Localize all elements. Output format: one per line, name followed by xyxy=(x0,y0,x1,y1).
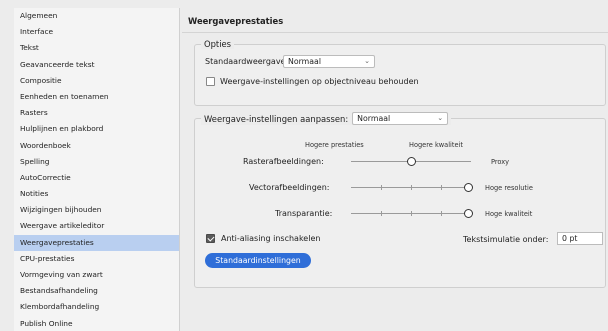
greek-type-input[interactable]: 0 pt xyxy=(557,232,603,245)
default-view-label: Standaardweergave: xyxy=(205,57,289,66)
options-panel: Opties Standaardweergave: Normaal ⌄ Weer… xyxy=(194,39,606,106)
sidebar-item-notities[interactable]: Notities xyxy=(14,186,179,202)
slider-tick xyxy=(411,185,412,190)
sidebar-item-hulplijnen-en-plakbord[interactable]: Hulplijnen en plakbord xyxy=(14,121,179,137)
vector-images-slider[interactable] xyxy=(351,182,473,193)
transparency-value-label: Hoge kwaliteit xyxy=(485,210,533,218)
sidebar-item-geavanceerde-tekst[interactable]: Geavanceerde tekst xyxy=(14,57,179,73)
antialiasing-checkbox[interactable] xyxy=(206,234,215,243)
sidebar-item-eenheden-en-toenamen[interactable]: Eenheden en toenamen xyxy=(14,89,179,105)
antialiasing-label: Anti-aliasing inschakelen xyxy=(221,234,321,243)
sidebar-item-autocorrectie[interactable]: AutoCorrectie xyxy=(14,170,179,186)
slider-tick xyxy=(441,185,442,190)
transparency-slider[interactable] xyxy=(351,208,473,219)
slider-knob[interactable] xyxy=(406,157,416,166)
slider-tick xyxy=(411,211,412,216)
higher-quality-label: Hogere kwaliteit xyxy=(409,141,463,149)
sidebar-item-rasters[interactable]: Rasters xyxy=(14,105,179,121)
sidebar-item-spelling[interactable]: Spelling xyxy=(14,154,179,170)
sidebar-item-publish-online[interactable]: Publish Online xyxy=(14,316,179,331)
sidebar-item-tekst[interactable]: Tekst xyxy=(14,40,179,56)
chevron-down-icon: ⌄ xyxy=(364,57,370,65)
sidebar-item-vormgeving-van-zwart[interactable]: Vormgeving van zwart xyxy=(14,267,179,283)
options-legend: Opties xyxy=(201,39,235,49)
higher-performance-label: Hogere prestaties xyxy=(305,141,364,149)
slider-track xyxy=(351,213,473,214)
preferences-window: Algemeen Interface Tekst Geavanceerde tekst… xyxy=(0,0,608,331)
use-defaults-button[interactable]: Standaardinstellingen xyxy=(205,253,311,268)
sidebar-item-interface[interactable]: Interface xyxy=(14,24,179,40)
adjust-view-panel: Weergave-instellingen aanpassen: Normaal… xyxy=(194,112,606,288)
sidebar-item-cpu-prestaties[interactable]: CPU-prestaties xyxy=(14,251,179,267)
default-view-value: Normaal xyxy=(288,57,321,66)
adjust-legend: Weergave-instellingen aanpassen: Normaal… xyxy=(201,112,452,125)
sidebar-item-woordenboek[interactable]: Woordenboek xyxy=(14,138,179,154)
slider-knob[interactable] xyxy=(464,183,473,192)
adjust-view-select[interactable]: Normaal ⌄ xyxy=(352,112,449,125)
raster-images-label: Rasterafbeeldingen: xyxy=(243,157,324,166)
slider-track xyxy=(351,187,473,188)
transparency-label: Transparantie: xyxy=(275,209,333,218)
sidebar-item-compositie[interactable]: Compositie xyxy=(14,73,179,89)
sidebar-item-weergave-artikeleditor[interactable]: Weergave artikeleditor xyxy=(14,218,179,234)
sidebar-item-algemeen[interactable]: Algemeen xyxy=(14,8,179,24)
slider-knob[interactable] xyxy=(464,209,473,218)
vector-value-label: Hoge resolutie xyxy=(485,184,533,192)
title-divider xyxy=(182,32,608,33)
raster-value-label: Proxy xyxy=(491,158,510,166)
slider-tick xyxy=(381,211,382,216)
greek-type-label: Tekstsimulatie onder: xyxy=(463,235,549,244)
default-view-select[interactable]: Normaal ⌄ xyxy=(283,55,375,68)
sidebar: Algemeen Interface Tekst Geavanceerde tekst… xyxy=(14,8,180,331)
preserve-settings-label: Weergave-instellingen op objectniveau be… xyxy=(220,77,419,86)
sidebar-item-bestandsafhandeling[interactable]: Bestandsafhandeling xyxy=(14,283,179,299)
main-panel: Weergaveprestaties Opties Standaardweerg… xyxy=(182,8,608,331)
page-title: Weergaveprestaties xyxy=(188,16,284,26)
vector-images-label: Vectorafbeeldingen: xyxy=(249,183,330,192)
adjust-view-value: Normaal xyxy=(357,114,391,123)
chevron-down-icon: ⌄ xyxy=(437,114,444,122)
sidebar-item-wijzigingen-bijhouden[interactable]: Wijzigingen bijhouden xyxy=(14,202,179,218)
sidebar-item-klembordafhandeling[interactable]: Klembordafhandeling xyxy=(14,299,179,315)
preserve-settings-checkbox[interactable] xyxy=(206,77,215,86)
sidebar-item-weergaveprestaties[interactable]: Weergaveprestaties xyxy=(14,234,179,251)
adjust-view-label: Weergave-instellingen aanpassen: xyxy=(204,113,349,124)
slider-tick xyxy=(441,211,442,216)
slider-tick xyxy=(381,185,382,190)
raster-images-slider[interactable] xyxy=(351,156,471,167)
